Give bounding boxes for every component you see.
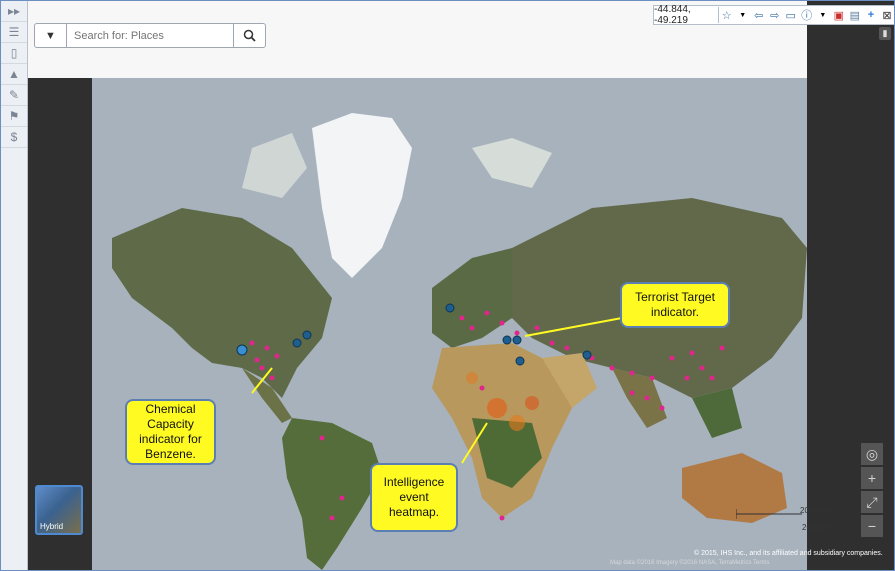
map-scale: 2000km 2000mi <box>735 506 828 532</box>
pdf-export-icon[interactable]: ▣ <box>833 8 845 22</box>
close-window-icon[interactable]: ⊠ <box>881 8 893 22</box>
scale-bar <box>735 509 802 519</box>
callout-chemical-text: Chemical Capacity indicator for Benzene. <box>139 402 202 461</box>
scale-mi-label: 2000mi <box>802 523 829 532</box>
copyright-text: © 2015, IHS Inc., and its affiliated and… <box>694 550 883 557</box>
document-icon[interactable]: ▯ <box>1 43 27 64</box>
callout-terrorist-text: Terrorist Target indicator. <box>635 290 715 319</box>
edit-icon[interactable]: ✎ <box>1 85 27 106</box>
dropdown-arrow-icon[interactable]: ▼ <box>737 8 749 22</box>
fullscreen-icon[interactable]: ⤢ <box>861 491 883 513</box>
back-arrow-icon[interactable]: ⇦ <box>753 8 765 22</box>
callout-terrorist-target: Terrorist Target indicator. <box>620 282 730 328</box>
panel-toggle-icon[interactable]: ▮ <box>879 27 891 40</box>
search-bar: ▼ <box>34 23 266 48</box>
search-category-dropdown[interactable]: ▼ <box>35 24 67 47</box>
expand-icon[interactable]: ▸▸ <box>1 1 27 22</box>
bookmark-star-icon[interactable]: ☆ <box>721 8 733 22</box>
basemap-switcher[interactable]: Hybrid <box>35 485 83 535</box>
zoom-controls: ◎ + ⤢ − <box>861 443 883 539</box>
scale-km-label: 2000km <box>800 506 829 515</box>
callout-intel-text: Intelligence event heatmap. <box>383 475 445 519</box>
dropdown-arrow-icon[interactable]: ▼ <box>817 8 829 22</box>
left-tool-rail: ▸▸ ☰ ▯ ▲ ✎ ⚑ $ <box>1 1 28 570</box>
info-icon[interactable]: ⓘ <box>801 8 813 22</box>
window-icon[interactable]: ▭ <box>785 8 797 22</box>
search-icon <box>243 29 256 42</box>
dollar-icon[interactable]: $ <box>1 127 27 148</box>
app-frame: ▸▸ ☰ ▯ ▲ ✎ ⚑ $ ▼ Search for: Places -44.… <box>0 0 895 571</box>
locate-icon[interactable]: ◎ <box>861 443 883 465</box>
warning-icon[interactable]: ▲ <box>1 64 27 85</box>
add-icon[interactable]: + <box>865 8 877 22</box>
flag-icon[interactable]: ⚑ <box>1 106 27 127</box>
search-button[interactable] <box>233 24 265 47</box>
forward-arrow-icon[interactable]: ⇨ <box>769 8 781 22</box>
map-data-attribution[interactable]: Map data ©2016 Imagery ©2016 NASA, Terra… <box>610 560 769 566</box>
callout-chemical-capacity: Chemical Capacity indicator for Benzene. <box>125 399 216 465</box>
image-export-icon[interactable]: ▤ <box>849 8 861 22</box>
basemap-label: Hybrid <box>40 522 64 531</box>
layers-icon[interactable]: ☰ <box>1 22 27 43</box>
callout-intelligence-heatmap: Intelligence event heatmap. <box>370 463 458 532</box>
coordinate-readout: -44.844, -49.219 <box>654 4 719 26</box>
zoom-in-button[interactable]: + <box>861 467 883 489</box>
zoom-out-button[interactable]: − <box>861 515 883 537</box>
search-input[interactable] <box>67 24 233 47</box>
map-toolbar: -44.844, -49.219 ☆ ▼ ⇦ ⇨ ▭ ⓘ ▼ ▣ ▤ + ⊠ <box>653 4 894 26</box>
